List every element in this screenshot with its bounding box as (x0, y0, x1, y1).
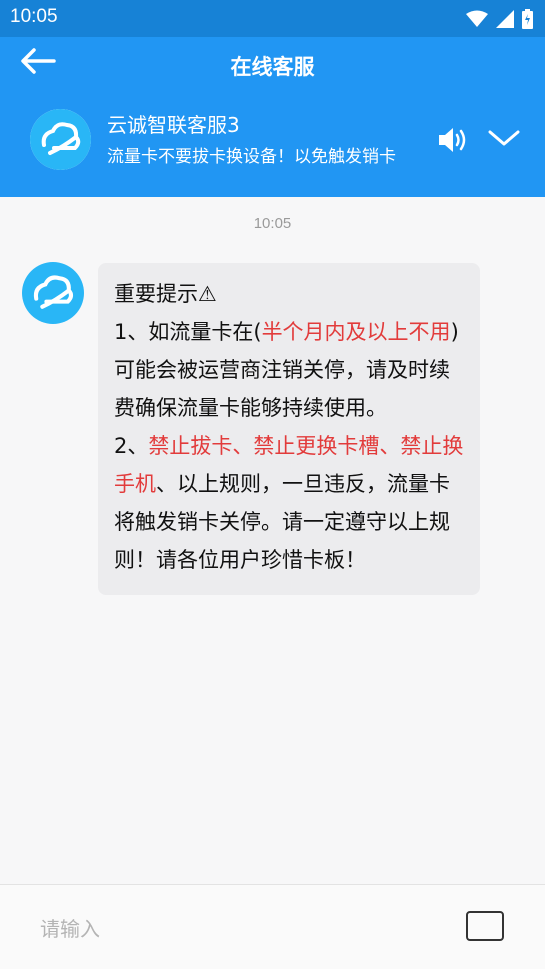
chat-area[interactable]: 10:05 重要提示⚠ 1、如流量卡在(半个月内及以上不用)可能会被运营商注销关… (0, 197, 545, 884)
volume-icon (439, 128, 466, 152)
message-bubble[interactable]: 重要提示⚠ 1、如流量卡在(半个月内及以上不用)可能会被运营商注销关停，请及时续… (98, 263, 480, 595)
brand-logo-icon (30, 109, 91, 170)
agent-header: 云诚智联客服3 流量卡不要拔卡换设备！以免触发销卡 (0, 97, 545, 197)
message-input[interactable] (38, 911, 442, 947)
battery-icon (522, 9, 533, 29)
sound-toggle-button[interactable] (436, 125, 470, 155)
input-bar (0, 884, 545, 969)
chevron-down-icon (488, 130, 520, 146)
avatar (30, 109, 91, 170)
status-icons (466, 9, 533, 29)
agent-notice: 流量卡不要拔卡换设备！以免触发销卡 (107, 147, 396, 167)
agent-name: 云诚智联客服3 (107, 113, 240, 137)
message-text: 、以上规则，一旦违反，流量卡将触发销卡关停。请一定遵守以上规则！请各位用户珍惜卡… (114, 472, 450, 572)
message-paragraph-1: 1、如流量卡在(半个月内及以上不用)可能会被运营商注销关停，请及时续费确保流量卡… (114, 313, 464, 427)
message-text: 2、 (114, 434, 149, 458)
message-highlight: 半个月内及以上不用 (261, 320, 451, 344)
expand-button[interactable] (486, 127, 522, 149)
signal-icon (496, 10, 514, 28)
page-title: 在线客服 (230, 55, 315, 79)
wifi-icon (466, 10, 488, 27)
avatar (22, 262, 84, 324)
message-paragraph-2: 2、禁止拔卡、禁止更换卡槽、禁止换手机、以上规则，一旦违反，流量卡将触发销卡关停… (114, 427, 464, 579)
message-heading: 重要提示⚠ (114, 282, 217, 306)
brand-logo-icon (22, 262, 84, 324)
message-timestamp: 10:05 (253, 215, 292, 232)
app-bar: 在线客服 (0, 37, 545, 97)
status-time: 10:05 (10, 6, 58, 27)
status-bar: 10:05 (0, 0, 545, 37)
more-options-button[interactable] (466, 911, 504, 941)
message-text: 1、如流量卡在( (114, 320, 262, 344)
